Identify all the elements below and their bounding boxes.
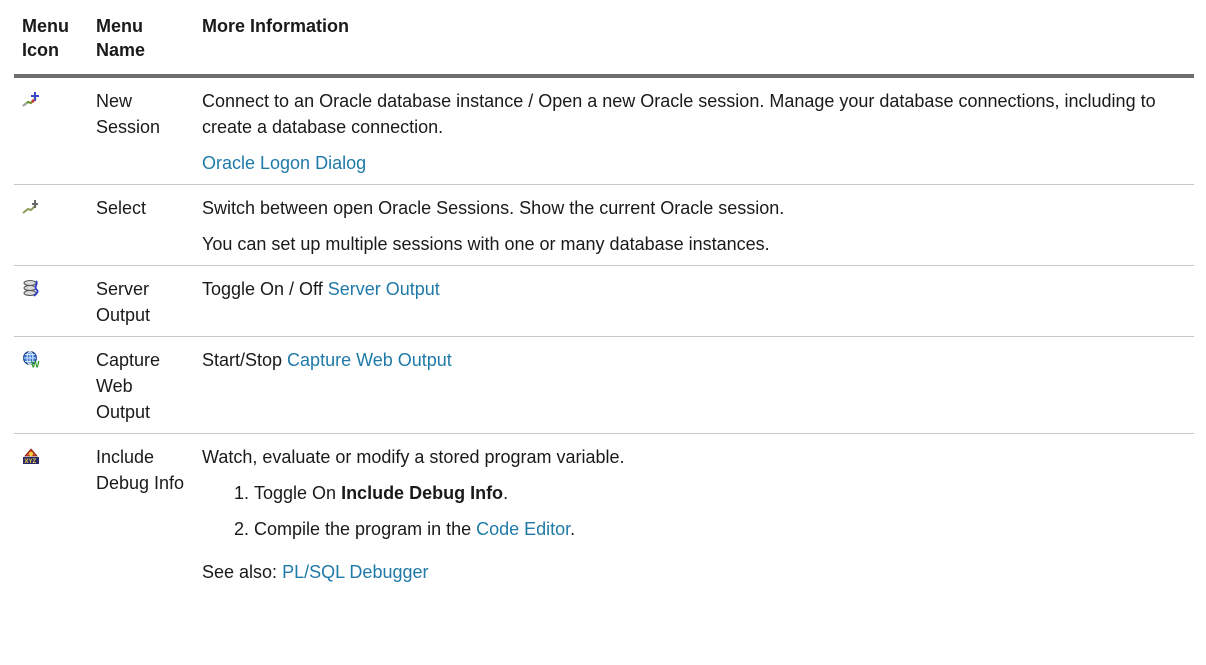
menu-name: Capture Web Output (96, 350, 161, 422)
menu-name: Server Output (96, 279, 151, 325)
include-debug-info-label: Include Debug Info (341, 483, 504, 503)
table-header-row: Menu Icon Menu Name More Information (14, 0, 1194, 76)
description: Switch between open Oracle Sessions. Sho… (202, 198, 785, 218)
table-row: New Session Connect to an Oracle databas… (14, 76, 1194, 185)
new-session-icon (22, 92, 39, 107)
menu-name: New Session (96, 91, 161, 137)
table-row: Select Switch between open Oracle Sessio… (14, 185, 1194, 266)
icon-cell: W (14, 337, 88, 434)
more-information: Toggle On / Off Server Output (194, 266, 1194, 337)
description-prefix: Start/Stop (202, 350, 288, 370)
description: Connect to an Oracle database instance /… (202, 91, 1156, 137)
table-row: W Capture Web Output Start/Stop Capture … (14, 337, 1194, 434)
debug-info-icon: XYZ (23, 448, 39, 465)
icon-cell (14, 266, 88, 337)
step-item: Toggle On Include Debug Info. (254, 480, 1186, 506)
capture-web-output-link[interactable]: Capture Web Output (287, 350, 452, 370)
select-session-icon (22, 200, 38, 214)
menu-table: Menu Icon Menu Name More Information New… (14, 0, 1194, 560)
svg-text:W: W (31, 360, 40, 369)
more-information: Start/Stop Capture Web Output (194, 337, 1194, 434)
more-information: Switch between open Oracle Sessions. Sho… (194, 185, 1194, 266)
icon-cell: XYZ (14, 434, 88, 561)
steps-list: Toggle On Include Debug Info. Compile th… (202, 480, 1186, 542)
header-menu-name: Menu Name (96, 16, 146, 60)
see-also: See also: PL/SQL Debugger (202, 562, 429, 582)
step-item: Compile the program in the Code Editor. (254, 516, 1186, 542)
server-output-icon (23, 280, 39, 297)
table-row: Server Output Toggle On / Off Server Out… (14, 266, 1194, 337)
capture-web-output-icon: W (23, 351, 40, 369)
svg-text:XYZ: XYZ (25, 459, 37, 465)
icon-cell (14, 185, 88, 266)
icon-cell (14, 76, 88, 185)
server-output-link[interactable]: Server Output (328, 279, 440, 299)
oracle-logon-dialog-link[interactable]: Oracle Logon Dialog (202, 153, 366, 173)
header-more-information: More Information (202, 16, 349, 36)
plsql-debugger-link[interactable]: PL/SQL Debugger (282, 562, 428, 582)
more-information: Connect to an Oracle database instance /… (194, 76, 1194, 185)
table-row: XYZ Include Debug Info Watch, evaluate o… (14, 434, 1194, 561)
description: You can set up multiple sessions with on… (202, 234, 770, 254)
header-menu-icon: Menu Icon (22, 16, 69, 60)
menu-name: Select (96, 198, 147, 218)
code-editor-link[interactable]: Code Editor (476, 519, 570, 539)
description: Watch, evaluate or modify a stored progr… (202, 447, 625, 467)
more-information: Watch, evaluate or modify a stored progr… (194, 434, 1194, 561)
menu-name: Include Debug Info (96, 447, 185, 493)
description-prefix: Toggle On / Off (202, 279, 328, 299)
